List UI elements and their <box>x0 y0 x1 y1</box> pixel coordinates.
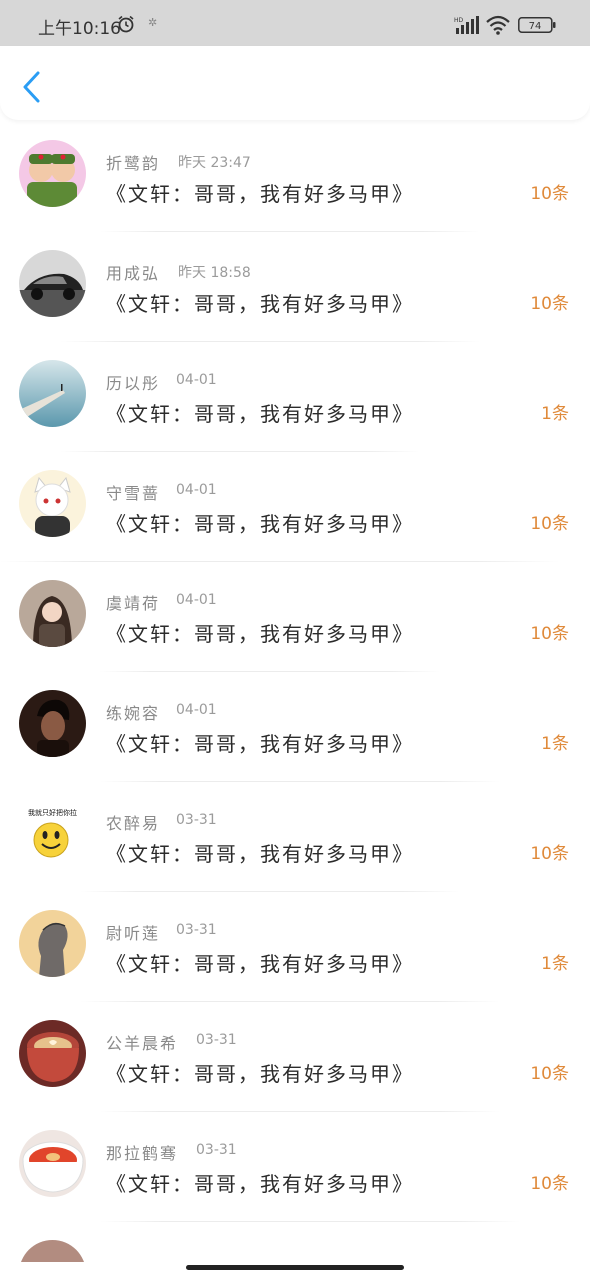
message-count: 10条 <box>530 294 569 314</box>
list-item[interactable]: 守雪蔷 04-01 《文轩：哥哥，我有好多马甲》 10条 <box>0 452 590 562</box>
message-title: 《文轩：哥哥，我有好多马甲》 <box>106 732 414 756</box>
sender-name: 历以彤 <box>106 374 161 393</box>
message-title: 《文轩：哥哥，我有好多马甲》 <box>106 1062 414 1086</box>
message-time: 04-01 <box>176 372 217 388</box>
message-count: 10条 <box>530 1064 569 1084</box>
avatar-pier-icon <box>19 360 86 427</box>
battery-icon: 74 <box>518 17 556 33</box>
avatar-car-icon <box>19 250 86 317</box>
message-count: 10条 <box>530 514 569 534</box>
sender-name: 用成弘 <box>106 264 161 283</box>
list-item-partial[interactable] <box>0 1222 590 1262</box>
list-item[interactable]: 历以彤 04-01 《文轩：哥哥，我有好多马甲》 1条 <box>0 342 590 452</box>
nav-header <box>0 46 590 120</box>
battery-level: 74 <box>529 21 542 32</box>
message-title: 《文轩：哥哥，我有好多马甲》 <box>106 292 414 316</box>
list-item[interactable]: 我就只好把你拉 农醉易 03-31 《文轩：哥哥，我有好多马甲》 10条 <box>0 782 590 892</box>
list-item[interactable]: 公羊晨希 03-31 《文轩：哥哥，我有好多马甲》 10条 <box>0 1002 590 1112</box>
message-time: 04-01 <box>176 482 217 498</box>
message-time: 昨天 18:58 <box>178 265 251 281</box>
avatar-man-icon <box>19 690 86 757</box>
message-title: 《文轩：哥哥，我有好多马甲》 <box>106 1172 414 1196</box>
status-bar: 上午10:16 ✲ HD 74 <box>0 0 590 46</box>
message-time: 03-31 <box>196 1142 237 1158</box>
avatar-anime-cat-icon <box>19 470 86 537</box>
list-item[interactable]: 虞靖荷 04-01 《文轩：哥哥，我有好多马甲》 10条 <box>0 562 590 672</box>
message-title: 《文轩：哥哥，我有好多马甲》 <box>106 622 414 646</box>
message-title: 《文轩：哥哥，我有好多马甲》 <box>106 952 414 976</box>
list-item[interactable]: 练婉容 04-01 《文轩：哥哥，我有好多马甲》 1条 <box>0 672 590 782</box>
message-time: 昨天 23:47 <box>178 155 251 171</box>
list-item[interactable]: 用成弘 昨天 18:58 《文轩：哥哥，我有好多马甲》 10条 <box>0 232 590 342</box>
sender-name: 练婉容 <box>106 704 161 723</box>
message-title: 《文轩：哥哥，我有好多马甲》 <box>106 842 414 866</box>
sender-name: 折鹭韵 <box>106 154 161 173</box>
message-time: 03-31 <box>196 1032 237 1048</box>
avatar-soup-icon <box>19 1130 86 1197</box>
list-item[interactable]: 那拉鹤骞 03-31 《文轩：哥哥，我有好多马甲》 10条 <box>0 1112 590 1222</box>
message-time: 03-31 <box>176 812 217 828</box>
back-arrow-icon[interactable] <box>18 70 48 104</box>
message-count: 10条 <box>530 184 569 204</box>
sender-name: 那拉鹤骞 <box>106 1144 179 1163</box>
message-title: 《文轩：哥哥，我有好多马甲》 <box>106 512 414 536</box>
avatar-soldier-cartoon-icon <box>19 140 86 207</box>
sender-name: 守雪蔷 <box>106 484 161 503</box>
avatar-coffee-icon <box>19 1020 86 1087</box>
message-count: 10条 <box>530 624 569 644</box>
avatar-sketch-icon <box>19 910 86 977</box>
avatar-smiley-icon: 我就只好把你拉 <box>19 800 86 867</box>
wifi-icon <box>486 15 510 35</box>
avatar-girl-icon <box>19 580 86 647</box>
list-item[interactable]: 折鹭韵 昨天 23:47 《文轩：哥哥，我有好多马甲》 10条 <box>0 122 590 232</box>
alarm-icon <box>118 15 134 33</box>
sender-name: 公羊晨希 <box>106 1034 179 1053</box>
message-time: 04-01 <box>176 702 217 718</box>
message-count: 1条 <box>541 404 569 424</box>
message-title: 《文轩：哥哥，我有好多马甲》 <box>106 182 414 206</box>
message-count: 10条 <box>530 844 569 864</box>
notification-icon: ✲ <box>148 16 158 29</box>
sender-name: 农醉易 <box>106 814 161 833</box>
sender-name: 尉听莲 <box>106 924 161 943</box>
sender-name: 虞靖荷 <box>106 594 161 613</box>
message-count: 1条 <box>541 954 569 974</box>
message-count: 10条 <box>530 1174 569 1194</box>
hd-label: HD <box>454 17 464 24</box>
message-time: 04-01 <box>176 592 217 608</box>
list-item[interactable]: 尉听莲 03-31 《文轩：哥哥，我有好多马甲》 1条 <box>0 892 590 1002</box>
home-indicator[interactable] <box>186 1265 404 1270</box>
message-time: 03-31 <box>176 922 217 938</box>
message-title: 《文轩：哥哥，我有好多马甲》 <box>106 402 414 426</box>
avatar-caption: 我就只好把你拉 <box>28 808 77 817</box>
status-time: 上午10:16 <box>38 19 121 39</box>
avatar <box>19 1240 86 1262</box>
signal-icon: HD <box>454 16 479 34</box>
message-count: 1条 <box>541 734 569 754</box>
